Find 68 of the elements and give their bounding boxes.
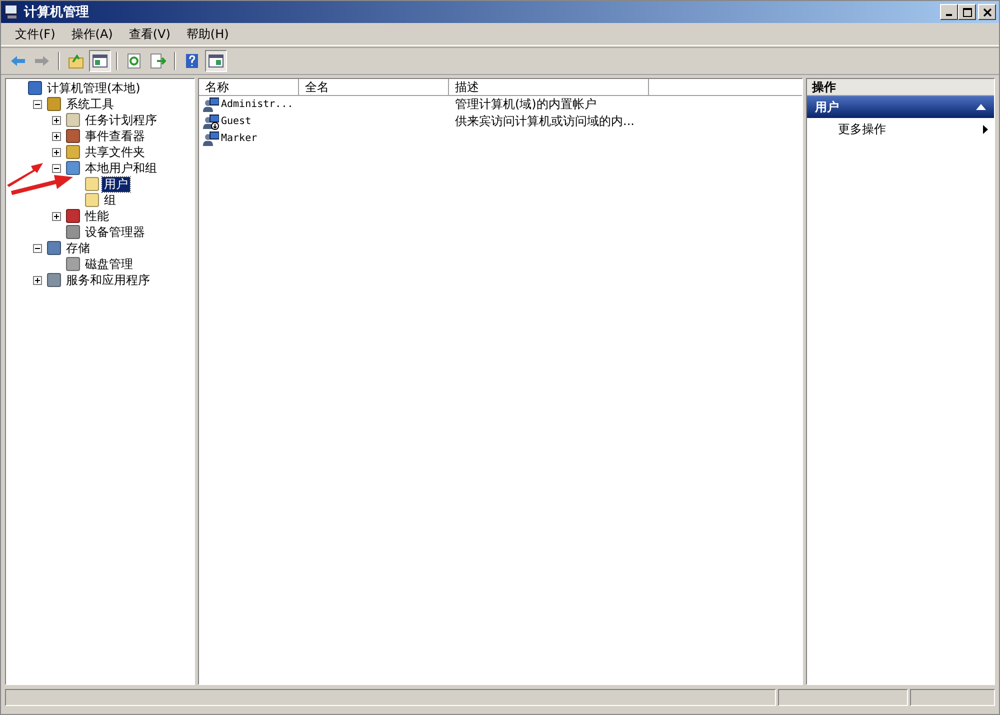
close-button[interactable]	[978, 4, 996, 20]
tree-item[interactable]: 共享文件夹	[83, 144, 147, 160]
tree-item[interactable]: 性能	[83, 208, 111, 224]
column-header[interactable]: 全名	[299, 79, 449, 95]
actions-title: 操作	[807, 79, 994, 96]
collapse-icon	[976, 104, 986, 110]
action-item[interactable]: 更多操作	[807, 118, 994, 140]
show-tree-button[interactable]	[89, 50, 111, 72]
forward-arrow-icon	[34, 53, 50, 69]
expand-toggle[interactable]	[52, 164, 61, 172]
user-name[interactable]: Marker	[221, 133, 258, 144]
tree-item[interactable]: 事件查看器	[83, 128, 147, 144]
pane-icon	[92, 53, 108, 69]
folder-icon	[85, 177, 99, 191]
expand-toggle[interactable]	[52, 116, 61, 124]
node-icon	[66, 129, 80, 143]
actions-section-header[interactable]: 用户	[807, 96, 994, 118]
node-icon	[66, 145, 80, 159]
submenu-arrow-icon	[983, 124, 988, 134]
user-name[interactable]: Administr...	[221, 99, 294, 110]
node-icon	[66, 225, 80, 239]
tree-item[interactable]: 本地用户和组	[83, 160, 159, 176]
help-icon	[184, 53, 200, 69]
tree-item[interactable]: 设备管理器	[83, 224, 147, 240]
window-title: 计算机管理	[24, 4, 90, 21]
menu-item[interactable]: 操作(A)	[63, 26, 121, 42]
tree-item[interactable]: 存储	[64, 240, 92, 256]
maximize-icon	[962, 8, 972, 16]
node-icon	[66, 257, 80, 271]
node-icon	[66, 209, 80, 223]
tree-item[interactable]: 计算机管理(本地)	[45, 80, 142, 96]
menu-item[interactable]: 文件(F)	[7, 26, 64, 42]
expand-toggle[interactable]	[33, 100, 42, 108]
column-header[interactable]: 描述	[449, 79, 649, 95]
minimize-icon	[946, 14, 952, 16]
node-icon	[66, 161, 80, 175]
node-icon	[47, 241, 61, 255]
expand-toggle[interactable]	[52, 148, 61, 156]
minimize-button[interactable]	[940, 4, 958, 20]
back-arrow-icon	[10, 53, 26, 69]
user-description: 管理计算机(域)的内置帐户	[455, 96, 596, 113]
column-header[interactable]: 名称	[199, 79, 299, 95]
expand-toggle[interactable]	[52, 212, 61, 220]
user-description: 供来宾访问计算机或访问域的内...	[455, 113, 634, 130]
folder-icon	[85, 193, 99, 207]
tree-item[interactable]: 系统工具	[64, 96, 116, 112]
node-icon	[28, 81, 42, 95]
expand-toggle[interactable]	[52, 132, 61, 140]
refresh-icon	[126, 53, 142, 69]
expand-toggle[interactable]	[33, 244, 42, 252]
export-icon	[150, 53, 166, 69]
node-icon	[66, 113, 80, 127]
menu-item[interactable]: 查看(V)	[120, 26, 178, 42]
node-icon	[47, 97, 61, 111]
show-actions-button[interactable]	[205, 50, 227, 72]
tree-item[interactable]: 用户	[102, 176, 130, 192]
maximize-button[interactable]	[958, 4, 976, 20]
tree-item[interactable]: 组	[102, 192, 118, 208]
tree-item[interactable]: 服务和应用程序	[64, 272, 152, 288]
expand-toggle[interactable]	[33, 276, 42, 284]
close-icon	[982, 8, 992, 16]
computer-icon	[4, 4, 20, 20]
tree-item[interactable]: 任务计划程序	[83, 112, 159, 128]
menu-item[interactable]: 帮助(H)	[178, 26, 237, 42]
pane-icon	[208, 53, 224, 69]
node-icon	[47, 273, 61, 287]
folder-up-icon	[68, 53, 84, 69]
tree-item[interactable]: 磁盘管理	[83, 256, 135, 272]
